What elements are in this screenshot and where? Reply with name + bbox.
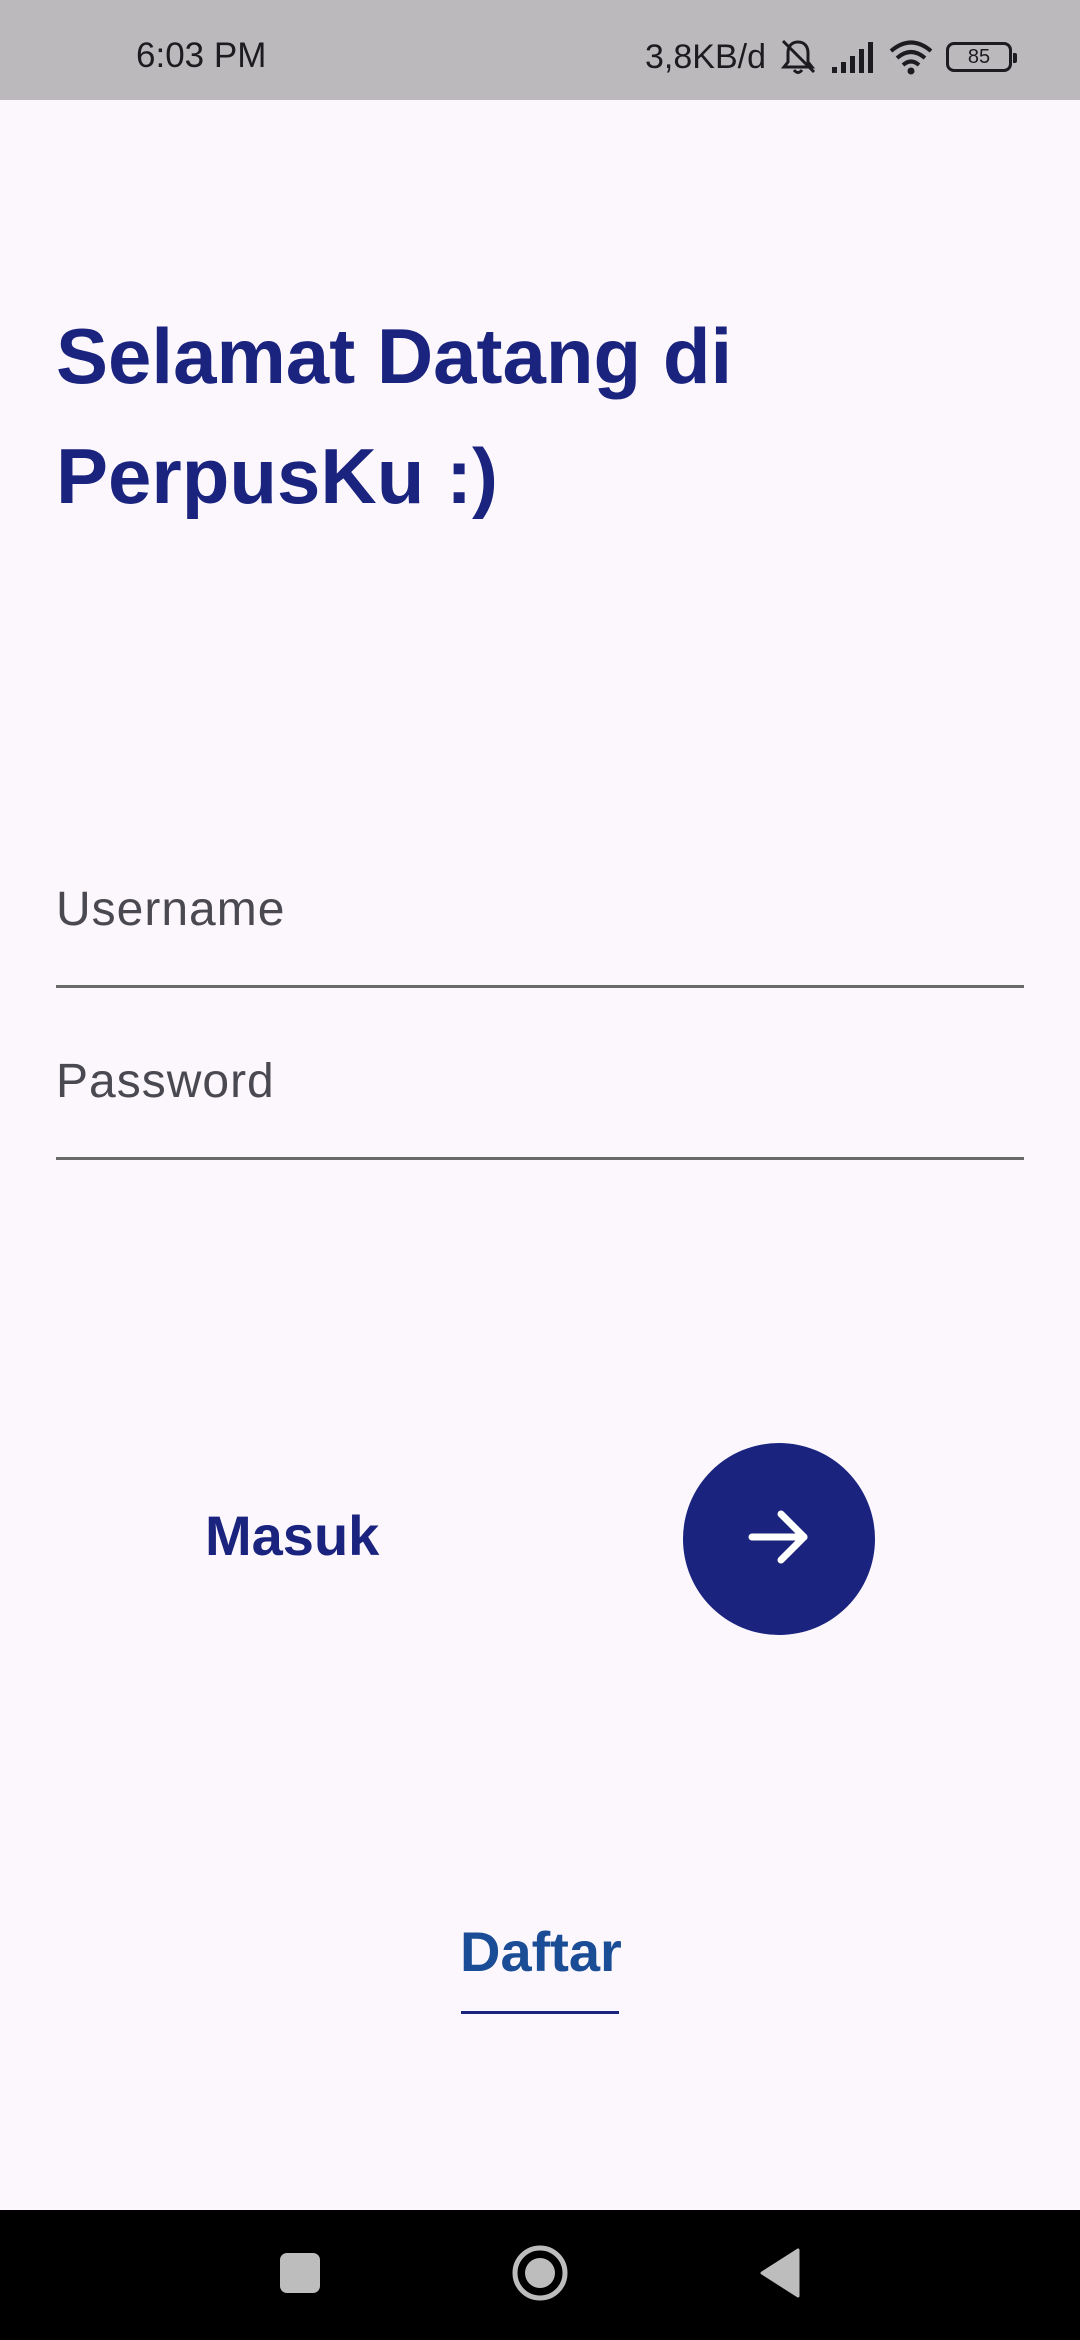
signal-icon <box>830 38 876 76</box>
navigation-bar <box>0 2210 1080 2340</box>
home-icon <box>510 2243 570 2308</box>
recents-icon <box>279 2252 321 2299</box>
login-button[interactable] <box>683 1443 875 1635</box>
home-button[interactable] <box>480 2210 600 2340</box>
username-input[interactable] <box>56 882 1024 937</box>
back-button[interactable] <box>720 2210 840 2340</box>
battery-icon: 85 <box>946 42 1017 72</box>
status-bar: 6:03 PM 3,8KB/d 85 <box>0 0 1080 100</box>
welcome-title: Selamat Datang di PerpusKu :) <box>56 312 733 520</box>
password-field[interactable] <box>56 1054 1024 1160</box>
recents-button[interactable] <box>240 2210 360 2340</box>
register-link[interactable]: Daftar <box>460 1924 622 1980</box>
wifi-icon <box>888 38 934 76</box>
status-time: 6:03 PM <box>136 36 267 75</box>
login-label: Masuk <box>205 1504 380 1567</box>
status-icons: 3,8KB/d 85 <box>645 38 1017 76</box>
password-input[interactable] <box>56 1054 1024 1109</box>
back-icon <box>758 2248 802 2303</box>
network-speed: 3,8KB/d <box>645 38 766 76</box>
arrow-right-icon <box>744 1502 814 1577</box>
notification-off-icon <box>778 38 818 76</box>
register-underline <box>461 2011 619 2014</box>
username-field[interactable] <box>56 882 1024 988</box>
